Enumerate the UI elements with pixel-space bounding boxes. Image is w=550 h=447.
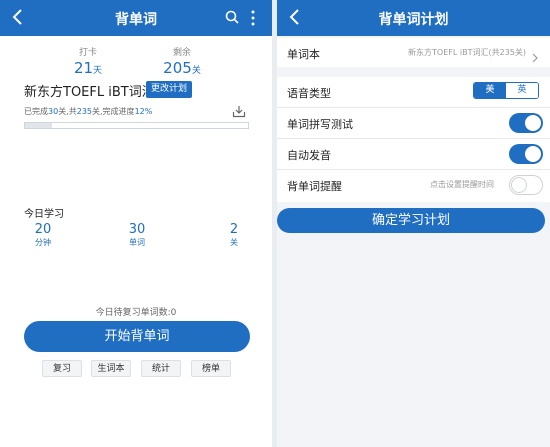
download-icon[interactable] (232, 103, 246, 122)
row-divider (277, 138, 550, 139)
remaining-value: 205 (163, 59, 192, 77)
voice-option-uk[interactable]: 英 (506, 83, 538, 98)
review-count-text: 今日待复习单词数:0 (95, 308, 177, 318)
study-plan-screen: 背单词计划 单词本 新东方TOEFL iBT词汇(共235关) 语音类型 单词拼… (277, 0, 550, 447)
row-divider (277, 107, 550, 108)
auto-pronounce-toggle[interactable] (509, 144, 543, 164)
page-title: 背单词计划 (378, 12, 449, 28)
start-study-button[interactable]: 开始背单词 (24, 321, 250, 352)
checkin-stat: 打卡 21天 (72, 45, 104, 77)
remaining-unit: 关 (191, 66, 201, 76)
remaining-stat: 剩余 205关 (158, 45, 206, 77)
wordbook-label: 单词本 (287, 48, 320, 61)
statistics-button[interactable]: 统计 (141, 360, 181, 377)
spelling-test-label: 单词拼写测试 (287, 118, 353, 131)
today-minutes-value: 20 (34, 222, 52, 237)
checkin-unit: 天 (93, 66, 103, 76)
progress-bar-fill (25, 123, 52, 128)
voice-type-label: 语音类型 (287, 87, 331, 100)
today-minutes-unit: 分钟 (35, 238, 51, 247)
confirm-plan-button[interactable]: 确定学习计划 (277, 208, 545, 233)
wordbook-value: 新东方TOEFL iBT词汇(共235关) (408, 48, 526, 57)
reminder-hint[interactable]: 点击设置提醒时间 (430, 179, 494, 190)
today-words-value: 30 (128, 222, 146, 237)
top-bar: 背单词计划 (277, 0, 550, 36)
progress-text: 已完成30关,共235关,完成进度12% (24, 106, 152, 117)
spelling-test-toggle[interactable] (509, 113, 543, 133)
reminder-toggle[interactable] (509, 175, 543, 195)
progress-done: 30 (48, 107, 59, 116)
progress-prefix: 已完成 (24, 107, 48, 116)
progress-total: 235 (76, 107, 93, 116)
book-title: 新东方TOEFL iBT词汇 (24, 85, 155, 100)
top-bar: 背单词 (0, 0, 272, 36)
progress-bar (24, 122, 249, 129)
toggle-knob (525, 146, 541, 162)
more-icon[interactable] (250, 10, 256, 26)
auto-pronounce-label: 自动发音 (287, 149, 331, 162)
toggle-knob (511, 177, 527, 193)
reminder-label: 背单词提醒 (287, 180, 342, 193)
leaderboard-button[interactable]: 榜单 (191, 360, 231, 377)
row-divider (277, 169, 550, 170)
today-study-label: 今日学习 (24, 209, 64, 220)
today-minutes: 20 分钟 (28, 222, 58, 248)
toggle-knob (525, 115, 541, 131)
vocab-book-button[interactable]: 生词本 (91, 360, 131, 377)
today-levels-value: 2 (229, 222, 239, 237)
change-plan-button[interactable]: 更改计划 (146, 81, 193, 98)
progress-mid2: 关,完成进度 (92, 107, 135, 116)
checkin-label: 打卡 (78, 48, 97, 58)
progress-mid: 关,共 (58, 107, 77, 116)
vocab-home-screen: 背单词 打卡 21天 剩余 205关 新东方TOEFL iBT词汇 更改计划 已… (0, 0, 272, 447)
today-words: 30 单词 (122, 222, 152, 248)
progress-percent: 12% (134, 107, 153, 116)
chevron-right-icon (532, 48, 538, 67)
today-levels-unit: 关 (230, 238, 238, 247)
review-button[interactable]: 复习 (42, 360, 82, 377)
checkin-value: 21 (73, 59, 94, 77)
voice-option-us[interactable]: 美 (474, 83, 506, 98)
remaining-label: 剩余 (172, 48, 191, 58)
search-icon[interactable] (225, 10, 239, 24)
today-levels: 2 关 (224, 222, 244, 248)
voice-type-segmented-control: 美 英 (473, 82, 539, 99)
today-words-unit: 单词 (129, 238, 145, 247)
